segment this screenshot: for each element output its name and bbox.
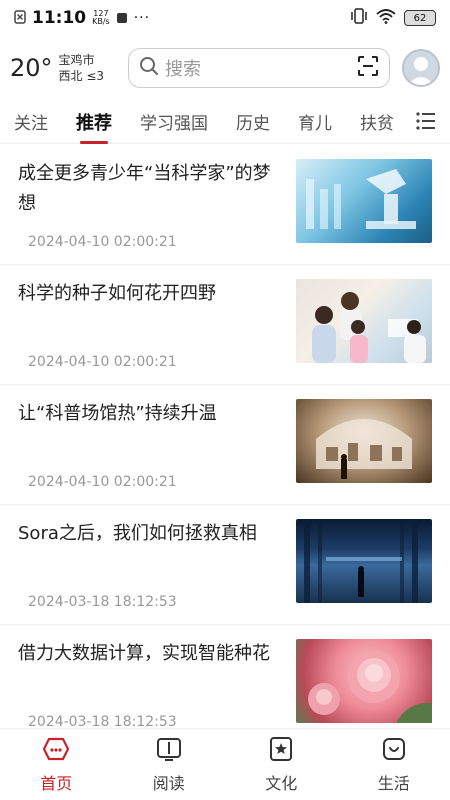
nav-reading-label: 阅读 xyxy=(152,773,185,793)
header: 20° 宝鸡市 西北 ≤3 搜索 xyxy=(0,36,450,100)
article-thumbnail xyxy=(296,639,432,723)
article-title: 科学的种子如何花开四野 xyxy=(18,283,216,304)
more-notifications-icon: ··· xyxy=(133,10,151,26)
status-time: 11:10 xyxy=(32,8,87,28)
culture-icon xyxy=(268,736,294,766)
article-title: Sora之后，我们如何拯救真相 xyxy=(18,523,257,544)
app-notification-icon xyxy=(116,9,128,28)
temperature: 20° xyxy=(10,54,53,82)
status-bar: 11:10 127 KB/s ··· 62 xyxy=(0,0,450,36)
nav-home-label: 首页 xyxy=(40,773,73,793)
article-thumbnail xyxy=(296,399,432,483)
weather-widget[interactable]: 20° 宝鸡市 西北 ≤3 xyxy=(10,52,128,84)
tab-recommend[interactable]: 推荐 xyxy=(76,109,112,135)
search-bar[interactable]: 搜索 xyxy=(128,48,390,88)
home-icon xyxy=(42,736,70,766)
category-tabs: 关注 推荐 学习强国 历史 育儿 扶贫 xyxy=(0,100,450,144)
nav-reading[interactable]: 阅读 xyxy=(113,729,226,800)
scan-icon[interactable] xyxy=(357,55,379,82)
article-item[interactable]: 科学的种子如何花开四野 2024-04-10 02:00:21 xyxy=(0,265,450,385)
article-item[interactable]: 成全更多青少年“当科学家”的梦想 2024-04-10 02:00:21 xyxy=(0,145,450,265)
article-date: 2024-03-18 18:12:53 xyxy=(28,594,177,610)
article-thumbnail xyxy=(296,279,432,363)
article-item[interactable]: Sora之后，我们如何拯救真相 2024-03-18 18:12:53 xyxy=(0,505,450,625)
avatar[interactable] xyxy=(402,49,440,87)
nav-culture-label: 文化 xyxy=(265,773,298,793)
article-item[interactable]: 借力大数据计算，实现智能种花 2024-03-18 18:12:53 xyxy=(0,625,450,728)
tab-xuexi[interactable]: 学习强国 xyxy=(140,109,208,134)
article-item[interactable]: 让“科普场馆热”持续升温 2024-04-10 02:00:21 xyxy=(0,385,450,505)
battery-icon: 62 xyxy=(404,10,436,26)
tab-history[interactable]: 历史 xyxy=(236,109,270,134)
city: 宝鸡市 xyxy=(58,53,95,67)
wind: 西北 ≤3 xyxy=(58,69,105,83)
tab-parenting[interactable]: 育儿 xyxy=(298,109,332,134)
article-thumbnail xyxy=(296,519,432,603)
channel-menu-icon[interactable] xyxy=(416,112,436,135)
article-title: 借力大数据计算，实现智能种花 xyxy=(18,643,270,664)
nav-home[interactable]: 首页 xyxy=(0,729,113,800)
life-icon xyxy=(381,736,407,766)
network-speed: 127 KB/s xyxy=(92,9,110,26)
notification-close-icon xyxy=(14,9,26,28)
tab-poverty-relief[interactable]: 扶贫 xyxy=(360,109,394,134)
wifi-icon xyxy=(376,8,396,28)
article-date: 2024-03-18 18:12:53 xyxy=(28,714,177,728)
search-icon xyxy=(139,56,159,81)
book-icon xyxy=(156,736,182,766)
article-title: 成全更多青少年“当科学家”的梦想 xyxy=(18,163,271,214)
article-thumbnail xyxy=(296,159,432,243)
tab-follow[interactable]: 关注 xyxy=(14,109,48,134)
article-title: 让“科普场馆热”持续升温 xyxy=(18,403,217,424)
article-feed: 成全更多青少年“当科学家”的梦想 2024-04-10 02:00:21 科学的… xyxy=(0,145,450,728)
search-input[interactable]: 搜索 xyxy=(165,55,351,81)
bottom-navigation: 首页 阅读 文化 生活 xyxy=(0,728,450,800)
nav-life[interactable]: 生活 xyxy=(338,729,450,800)
vibrate-icon xyxy=(350,8,368,28)
article-date: 2024-04-10 02:00:21 xyxy=(28,354,177,370)
article-date: 2024-04-10 02:00:21 xyxy=(28,474,177,490)
article-date: 2024-04-10 02:00:21 xyxy=(28,234,177,250)
nav-culture[interactable]: 文化 xyxy=(225,729,338,800)
nav-life-label: 生活 xyxy=(377,773,410,793)
